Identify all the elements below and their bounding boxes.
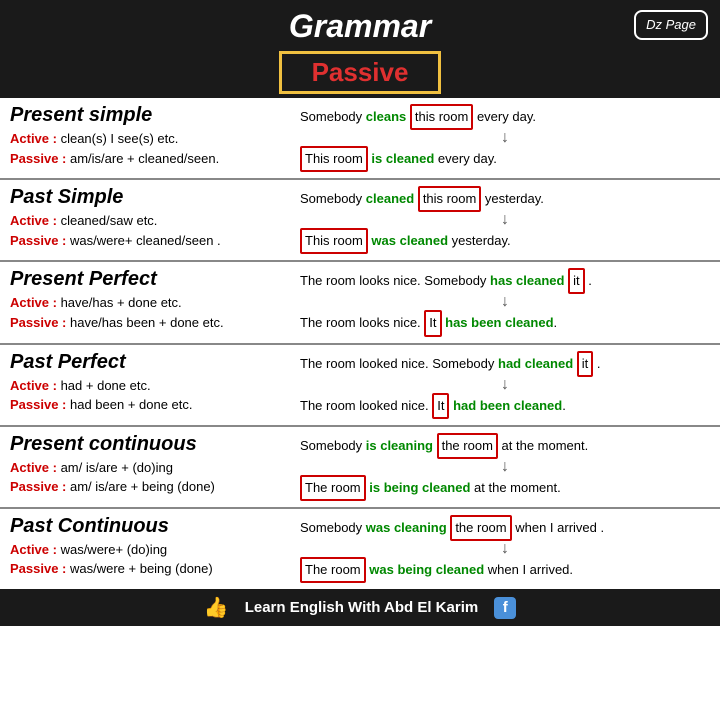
- passive-rule-past-simple: Passive : was/were+ cleaned/seen .: [10, 231, 290, 251]
- active-rule-past-continuous: Active : was/were+ (do)ing: [10, 540, 290, 560]
- arrow-present-simple: ↓: [300, 130, 710, 146]
- title-present-simple: Present simple: [10, 104, 290, 127]
- active-example-present-perfect: The room looks nice. Somebody has cleane…: [300, 268, 710, 294]
- left-present-simple: Present simple Active : clean(s) I see(s…: [10, 104, 290, 172]
- active-rule-present-simple: Active : clean(s) I see(s) etc.: [10, 129, 290, 149]
- passive-rule-present-perfect: Passive : have/has been + done etc.: [10, 313, 290, 333]
- thumbs-up-icon: 👍: [204, 595, 229, 620]
- title-past-perfect: Past Perfect: [10, 351, 290, 374]
- facebook-icon: f: [494, 597, 516, 619]
- right-present-continuous: Somebody is cleaning the room at the mom…: [290, 433, 710, 501]
- content: Present simple Active : clean(s) I see(s…: [0, 98, 720, 589]
- title-past-continuous: Past Continuous: [10, 515, 290, 538]
- section-past-perfect: Past Perfect Active : had + done etc. Pa…: [0, 345, 720, 427]
- arrow-past-perfect: ↓: [300, 377, 710, 393]
- active-example-past-simple: Somebody cleaned this room yesterday.: [300, 186, 710, 212]
- active-rule-present-perfect: Active : have/has + done etc.: [10, 293, 290, 313]
- left-past-perfect: Past Perfect Active : had + done etc. Pa…: [10, 351, 290, 419]
- left-present-continuous: Present continuous Active : am/ is/are +…: [10, 433, 290, 501]
- passive-rule-present-simple: Passive : am/is/are + cleaned/seen.: [10, 149, 290, 169]
- passive-example-past-simple: This room was cleaned yesterday.: [300, 228, 710, 254]
- passive-example-past-continuous: The room was being cleaned when I arrive…: [300, 557, 710, 583]
- section-present-simple: Present simple Active : clean(s) I see(s…: [0, 98, 720, 180]
- dz-badge: Dz Page: [634, 10, 708, 40]
- passive-badge: Passive: [279, 51, 442, 94]
- passive-rule-present-continuous: Passive : am/ is/are + being (done): [10, 477, 290, 497]
- active-example-present-simple: Somebody cleans this room every day.: [300, 104, 710, 130]
- right-past-continuous: Somebody was cleaning the room when I ar…: [290, 515, 710, 583]
- left-present-perfect: Present Perfect Active : have/has + done…: [10, 268, 290, 336]
- title-past-simple: Past Simple: [10, 186, 290, 209]
- left-past-simple: Past Simple Active : cleaned/saw etc. Pa…: [10, 186, 290, 254]
- section-present-perfect: Present Perfect Active : have/has + done…: [0, 262, 720, 344]
- title-present-continuous: Present continuous: [10, 433, 290, 456]
- arrow-past-simple: ↓: [300, 212, 710, 228]
- right-present-perfect: The room looks nice. Somebody has cleane…: [290, 268, 710, 336]
- passive-rule-past-continuous: Passive : was/were + being (done): [10, 559, 290, 579]
- arrow-past-continuous: ↓: [300, 541, 710, 557]
- section-past-simple: Past Simple Active : cleaned/saw etc. Pa…: [0, 180, 720, 262]
- section-present-continuous: Present continuous Active : am/ is/are +…: [0, 427, 720, 509]
- arrow-present-perfect: ↓: [300, 294, 710, 310]
- header: Grammar Passive Dz Page: [0, 0, 720, 98]
- page-title: Grammar: [0, 8, 720, 45]
- active-example-past-continuous: Somebody was cleaning the room when I ar…: [300, 515, 710, 541]
- passive-example-present-perfect: The room looks nice. It has been cleaned…: [300, 310, 710, 336]
- section-past-continuous: Past Continuous Active : was/were+ (do)i…: [0, 509, 720, 589]
- footer-text: Learn English With Abd El Karim: [245, 599, 479, 616]
- right-past-simple: Somebody cleaned this room yesterday. ↓ …: [290, 186, 710, 254]
- active-rule-present-continuous: Active : am/ is/are + (do)ing: [10, 458, 290, 478]
- right-present-simple: Somebody cleans this room every day. ↓ T…: [290, 104, 710, 172]
- left-past-continuous: Past Continuous Active : was/were+ (do)i…: [10, 515, 290, 583]
- footer: 👍 Learn English With Abd El Karim f: [0, 589, 720, 626]
- arrow-present-continuous: ↓: [300, 459, 710, 475]
- title-present-perfect: Present Perfect: [10, 268, 290, 291]
- passive-label: Passive: [312, 57, 409, 87]
- active-rule-past-simple: Active : cleaned/saw etc.: [10, 211, 290, 231]
- active-example-present-continuous: Somebody is cleaning the room at the mom…: [300, 433, 710, 459]
- active-rule-past-perfect: Active : had + done etc.: [10, 376, 290, 396]
- passive-example-present-continuous: The room is being cleaned at the moment.: [300, 475, 710, 501]
- passive-rule-past-perfect: Passive : had been + done etc.: [10, 395, 290, 415]
- right-past-perfect: The room looked nice. Somebody had clean…: [290, 351, 710, 419]
- passive-example-past-perfect: The room looked nice. It had been cleane…: [300, 393, 710, 419]
- active-example-past-perfect: The room looked nice. Somebody had clean…: [300, 351, 710, 377]
- passive-example-present-simple: This room is cleaned every day.: [300, 146, 710, 172]
- dz-label: Dz Page: [646, 17, 696, 32]
